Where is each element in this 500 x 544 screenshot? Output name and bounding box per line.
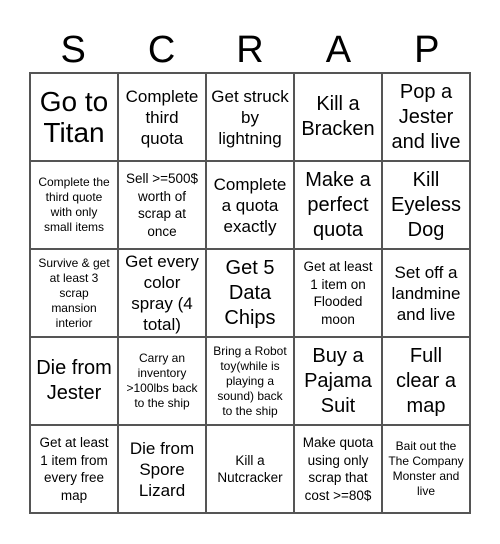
bingo-cell-text: Complete the third quote with only small… bbox=[38, 175, 110, 234]
bingo-cell-text: Die from Spore Lizard bbox=[129, 438, 195, 500]
bingo-cell-text: Get at least 1 item from every free map bbox=[39, 435, 109, 503]
bingo-cell-text: Bait out the The Company Monster and liv… bbox=[388, 439, 464, 498]
bingo-cell-text: Get every color spray (4 total) bbox=[125, 252, 199, 334]
bingo-cell-text: Bring a Robot toy(while is playing a sou… bbox=[213, 343, 287, 418]
bingo-cell-text: Complete third quota bbox=[125, 86, 199, 148]
bingo-cell[interactable]: Carry an inventory >100lbs back to the s… bbox=[118, 337, 206, 425]
bingo-cell-text: Sell >=500$ worth of scrap at once bbox=[125, 171, 199, 239]
bingo-cell-text: Get 5 Data Chips bbox=[224, 256, 276, 329]
bingo-cell[interactable]: Make a perfect quota bbox=[294, 161, 382, 249]
header-letter-a: A bbox=[325, 29, 352, 71]
bingo-cell-text: Pop a Jester and live bbox=[391, 80, 461, 153]
bingo-cell-text: Make a perfect quota bbox=[305, 168, 371, 241]
bingo-cell-text: Set off a landmine and live bbox=[391, 262, 461, 324]
bingo-cell[interactable]: Get at least 1 item from every free map bbox=[30, 425, 118, 513]
bingo-cell[interactable]: Bring a Robot toy(while is playing a sou… bbox=[206, 337, 294, 425]
bingo-cell[interactable]: Die from Jester bbox=[30, 337, 118, 425]
bingo-cell[interactable]: Full clear a map bbox=[382, 337, 470, 425]
bingo-cell[interactable]: Die from Spore Lizard bbox=[118, 425, 206, 513]
bingo-cell[interactable]: Complete a quota exactly bbox=[206, 161, 294, 249]
bingo-cell[interactable]: Complete third quota bbox=[118, 73, 206, 161]
bingo-cell[interactable]: Kill a Nutcracker bbox=[206, 425, 294, 513]
bingo-cell[interactable]: Survive & get at least 3 scrap mansion i… bbox=[30, 249, 118, 337]
bingo-cell[interactable]: Get struck by lightning bbox=[206, 73, 294, 161]
bingo-cell-text: Buy a Pajama Suit bbox=[304, 344, 372, 417]
bingo-cell[interactable]: Make quota using only scrap that cost >=… bbox=[294, 425, 382, 513]
bingo-cell-text: Go to Titan bbox=[39, 86, 109, 148]
header-letter-c: C bbox=[147, 29, 176, 71]
bingo-cell-text: Kill a Nutcracker bbox=[217, 452, 283, 486]
bingo-cell[interactable]: Kill Eyeless Dog bbox=[382, 161, 470, 249]
bingo-cell[interactable]: Get 5 Data Chips bbox=[206, 249, 294, 337]
header-letter-p: P bbox=[414, 29, 440, 71]
bingo-cell-text: Make quota using only scrap that cost >=… bbox=[302, 435, 374, 503]
bingo-board: Go to Titan Complete third quota Get struc… bbox=[29, 72, 471, 514]
bingo-cell[interactable]: Sell >=500$ worth of scrap at once bbox=[118, 161, 206, 249]
bingo-cell[interactable]: Buy a Pajama Suit bbox=[294, 337, 382, 425]
header-letter-r: R bbox=[236, 29, 264, 71]
bingo-cell[interactable]: Get every color spray (4 total) bbox=[118, 249, 206, 337]
bingo-cell[interactable]: Bait out the The Company Monster and liv… bbox=[382, 425, 470, 513]
bingo-cell-text: Carry an inventory >100lbs back to the s… bbox=[126, 351, 198, 410]
bingo-cell-text: Get at least 1 item on Flooded moon bbox=[303, 259, 373, 327]
bingo-cell[interactable]: Pop a Jester and live bbox=[382, 73, 470, 161]
bingo-cell-text: Die from Jester bbox=[36, 357, 112, 404]
bingo-cell-text: Complete a quota exactly bbox=[213, 174, 287, 236]
bingo-cell-text: Full clear a map bbox=[395, 344, 457, 417]
bingo-cell[interactable]: Kill a Bracken bbox=[294, 73, 382, 161]
bingo-cell[interactable]: Go to Titan bbox=[30, 73, 118, 161]
header-letter-s: S bbox=[60, 29, 86, 71]
bingo-header: S C R A P bbox=[29, 28, 471, 72]
bingo-cell[interactable]: Set off a landmine and live bbox=[382, 249, 470, 337]
bingo-cell-text: Survive & get at least 3 scrap mansion i… bbox=[38, 255, 110, 330]
bingo-cell-text: Get struck by lightning bbox=[211, 86, 289, 148]
bingo-cell[interactable]: Complete the third quote with only small… bbox=[30, 161, 118, 249]
bingo-cell[interactable]: Get at least 1 item on Flooded moon bbox=[294, 249, 382, 337]
bingo-cell-text: Kill Eyeless Dog bbox=[390, 168, 462, 241]
bingo-cell-text: Kill a Bracken bbox=[301, 93, 375, 140]
